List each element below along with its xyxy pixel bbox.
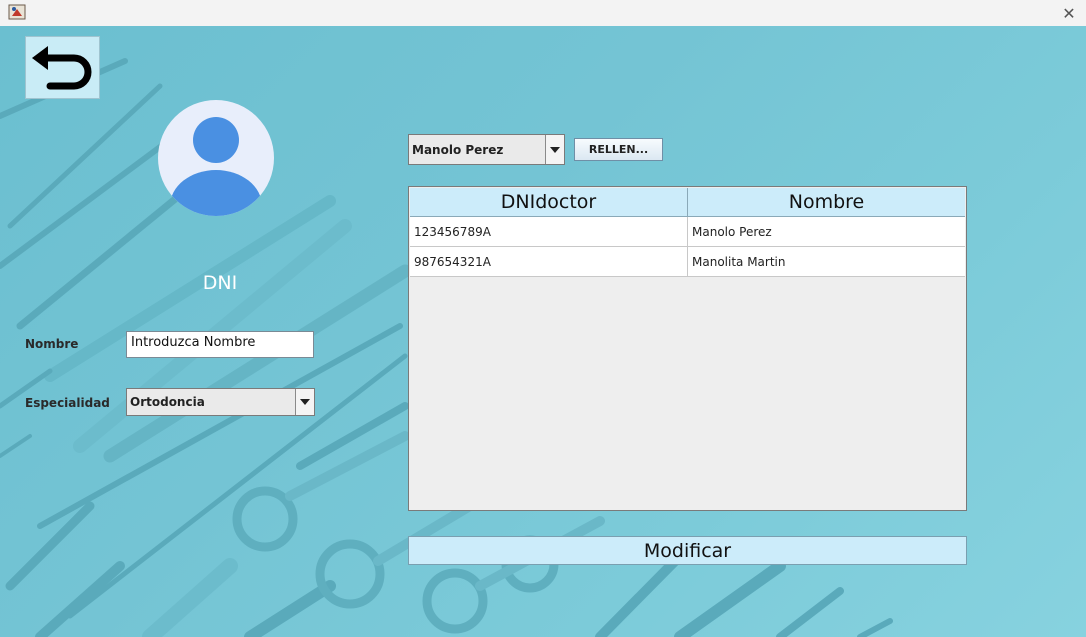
cell-dni[interactable]: 987654321A [410, 247, 688, 276]
column-header-nombre[interactable]: Nombre [688, 188, 965, 217]
back-arrow-icon [31, 45, 91, 89]
column-header-dnidoctor[interactable]: DNIdoctor [410, 188, 688, 217]
main-panel: DNI Nombre Introduzca Nombre Especialida… [0, 26, 1086, 637]
java-app-icon [8, 3, 26, 21]
app-window: ✕ DNI Nombre Introduzca Nombre Especiali… [0, 0, 1086, 637]
doctors-table: DNIdoctor Nombre 123456789A Manolo Perez… [408, 186, 967, 511]
chevron-down-icon[interactable] [295, 389, 314, 415]
doctor-selected-value: Manolo Perez [412, 142, 504, 157]
table-row[interactable]: 987654321A Manolita Martin [410, 247, 965, 277]
cell-name[interactable]: Manolo Perez [688, 217, 965, 246]
specialty-combobox[interactable]: Ortodoncia [126, 388, 315, 416]
name-label: Nombre [25, 337, 79, 351]
close-icon: ✕ [1062, 3, 1076, 23]
title-bar: ✕ [0, 0, 1086, 26]
cell-dni[interactable]: 123456789A [410, 217, 688, 246]
fill-button[interactable]: RELLEN... [574, 138, 663, 161]
dni-label: DNI [202, 272, 238, 294]
doctor-combobox[interactable]: Manolo Perez [408, 134, 565, 165]
modify-button[interactable]: Modificar [408, 536, 967, 565]
window-close-button[interactable]: ✕ [1052, 0, 1086, 26]
user-avatar-icon [158, 100, 274, 216]
table-row[interactable]: 123456789A Manolo Perez [410, 217, 965, 247]
cell-name[interactable]: Manolita Martin [688, 247, 965, 276]
specialty-label: Especialidad [25, 396, 110, 410]
back-button[interactable] [25, 36, 100, 99]
table-header: DNIdoctor Nombre [410, 188, 965, 217]
name-field[interactable]: Introduzca Nombre [126, 331, 314, 358]
specialty-selected-value: Ortodoncia [130, 395, 205, 409]
chevron-down-icon[interactable] [545, 135, 564, 164]
